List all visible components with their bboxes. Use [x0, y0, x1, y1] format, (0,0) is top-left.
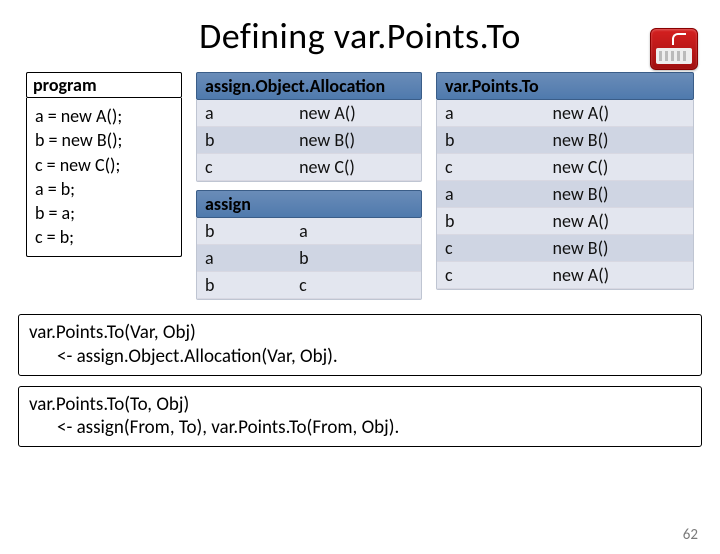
- program-line: c = b;: [35, 225, 173, 249]
- program-line: c = new C();: [35, 153, 173, 177]
- content-columns: program a = new A(); b = new B(); c = ne…: [0, 72, 720, 300]
- vpt-header: var.Points.To: [436, 72, 694, 100]
- program-line: b = new B();: [35, 128, 173, 152]
- table-row: anew A(): [197, 100, 421, 127]
- slide-title: Defining var.Points.To: [0, 14, 720, 58]
- program-line: a = b;: [35, 177, 173, 201]
- middle-column: assign.Object.Allocation anew A() bnew B…: [196, 72, 422, 300]
- rule-box-1: var.Points.To(Var, Obj) <- assign.Object…: [18, 314, 702, 376]
- rule-line: <- assign(From, To), var.Points.To(From,…: [29, 416, 691, 440]
- program-column: program a = new A(); b = new B(); c = ne…: [26, 72, 182, 257]
- page-number: 62: [683, 526, 698, 544]
- vpt-table: anew A() bnew B() cnew C() anew B() bnew…: [436, 100, 694, 290]
- table-row: bnew B(): [197, 127, 421, 154]
- program-body: a = new A(); b = new B(); c = new C(); a…: [26, 98, 182, 257]
- table-row: cnew C(): [437, 154, 693, 181]
- keyboard-icon: [650, 28, 698, 70]
- table-row: cnew A(): [437, 262, 693, 289]
- alloc-header: assign.Object.Allocation: [196, 72, 422, 100]
- program-line: a = new A();: [35, 104, 173, 128]
- table-row: bnew B(): [437, 127, 693, 154]
- rule-line: <- assign.Object.Allocation(Var, Obj).: [29, 345, 691, 369]
- table-row: bnew A(): [437, 208, 693, 235]
- rule-box-2: var.Points.To(To, Obj) <- assign(From, T…: [18, 386, 702, 448]
- table-row: anew A(): [437, 100, 693, 127]
- table-row: ab: [197, 245, 421, 272]
- rule-line: var.Points.To(To, Obj): [29, 393, 691, 417]
- rule-line: var.Points.To(Var, Obj): [29, 321, 691, 345]
- vpt-column: var.Points.To anew A() bnew B() cnew C()…: [436, 72, 694, 290]
- table-row: anew B(): [437, 181, 693, 208]
- table-row: ba: [197, 218, 421, 245]
- table-row: cnew C(): [197, 154, 421, 181]
- program-line: b = a;: [35, 201, 173, 225]
- alloc-table: anew A() bnew B() cnew C(): [196, 100, 422, 182]
- assign-table: ba ab bc: [196, 218, 422, 300]
- assign-header: assign: [196, 190, 422, 218]
- table-row: cnew B(): [437, 235, 693, 262]
- rules-section: var.Points.To(Var, Obj) <- assign.Object…: [18, 314, 702, 447]
- program-header: program: [26, 72, 182, 98]
- table-row: bc: [197, 272, 421, 299]
